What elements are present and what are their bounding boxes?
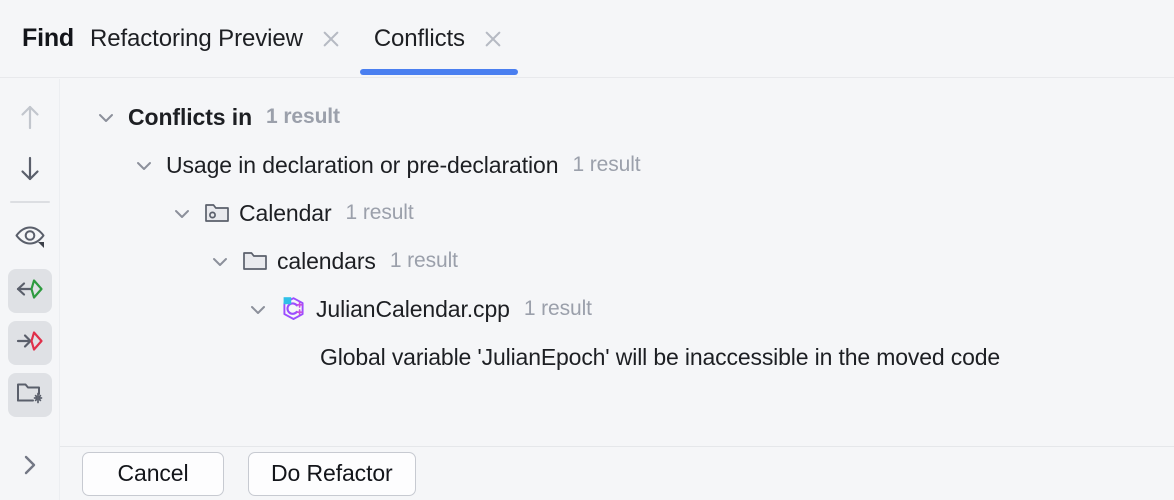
tree-node-count: 1 result xyxy=(389,249,458,272)
tree-node-label: JulianCalendar.cpp xyxy=(316,295,510,322)
toolbar-separator xyxy=(10,201,50,203)
tool-window-title: Find xyxy=(22,24,74,52)
arrow-up-icon xyxy=(17,103,43,136)
tree-node-count: 1 result xyxy=(572,153,641,176)
chevron-down-icon[interactable] xyxy=(246,297,270,321)
chevron-down-icon[interactable] xyxy=(208,249,232,273)
tree-node-count: 1 result xyxy=(266,105,340,128)
tab-bar: Find Refactoring Preview Conflicts xyxy=(0,0,1174,78)
tree-row-conflicts-in[interactable]: Conflicts in 1 result xyxy=(60,93,1174,141)
folder-icon xyxy=(242,249,269,273)
group-by-directory-button[interactable] xyxy=(8,373,52,417)
show-read-access-button[interactable] xyxy=(8,269,52,313)
show-write-access-button[interactable] xyxy=(8,321,52,365)
tree-row-module-calendar[interactable]: Calendar 1 result xyxy=(60,189,1174,237)
chevron-right-icon xyxy=(19,452,41,483)
expand-toolbar-button[interactable] xyxy=(8,445,52,489)
tree-node-count: 1 result xyxy=(345,201,414,224)
cpp-file-icon xyxy=(280,295,308,323)
chevron-down-icon[interactable] xyxy=(170,201,194,225)
find-tool-window: Find Refactoring Preview Conflicts Confl… xyxy=(0,0,1174,500)
tab-label: Refactoring Preview xyxy=(89,24,303,52)
arrow-down-icon xyxy=(17,155,43,188)
tree-row-conflict-message[interactable]: Global variable 'JulianEpoch' will be in… xyxy=(60,333,1174,381)
close-icon[interactable] xyxy=(482,28,504,50)
tree-row-dir-calendars[interactable]: calendars 1 result xyxy=(60,237,1174,285)
tree-node-label: Usage in declaration or pre-declaration xyxy=(166,151,559,178)
tree-node-label: calendars xyxy=(277,247,376,274)
close-icon[interactable] xyxy=(320,28,342,50)
tree-node-label: Conflicts in xyxy=(128,103,253,130)
tab-conflicts[interactable]: Conflicts xyxy=(358,0,520,78)
left-toolbar xyxy=(0,79,60,500)
tab-refactoring-preview[interactable]: Refactoring Preview xyxy=(74,0,358,78)
tree-node-label: Calendar xyxy=(239,199,332,226)
write-access-icon xyxy=(15,328,45,359)
active-tab-indicator xyxy=(359,68,518,75)
chevron-down-icon[interactable] xyxy=(94,105,118,129)
folder-sparkle-icon xyxy=(15,380,45,411)
read-access-icon xyxy=(15,276,45,307)
next-occurrence-button[interactable] xyxy=(8,149,52,193)
dialog-button-bar: Cancel Do Refactor xyxy=(60,446,1174,500)
cancel-button[interactable]: Cancel xyxy=(82,451,224,496)
module-folder-icon xyxy=(204,201,231,225)
eye-icon xyxy=(14,223,46,256)
tree-node-count: 1 result xyxy=(523,297,592,320)
tree-row-usage-group[interactable]: Usage in declaration or pre-declaration … xyxy=(60,141,1174,189)
conflicts-tree[interactable]: Conflicts in 1 result Usage in declarati… xyxy=(60,79,1174,446)
tree-row-file-juliancalendar[interactable]: JulianCalendar.cpp 1 result xyxy=(60,285,1174,333)
do-refactor-button[interactable]: Do Refactor xyxy=(248,451,416,496)
preview-usages-button[interactable] xyxy=(8,217,52,261)
tab-label: Conflicts xyxy=(373,24,465,52)
previous-occurrence-button[interactable] xyxy=(8,97,52,141)
chevron-down-icon[interactable] xyxy=(132,153,156,177)
conflict-message-text: Global variable 'JulianEpoch' will be in… xyxy=(320,343,1001,370)
